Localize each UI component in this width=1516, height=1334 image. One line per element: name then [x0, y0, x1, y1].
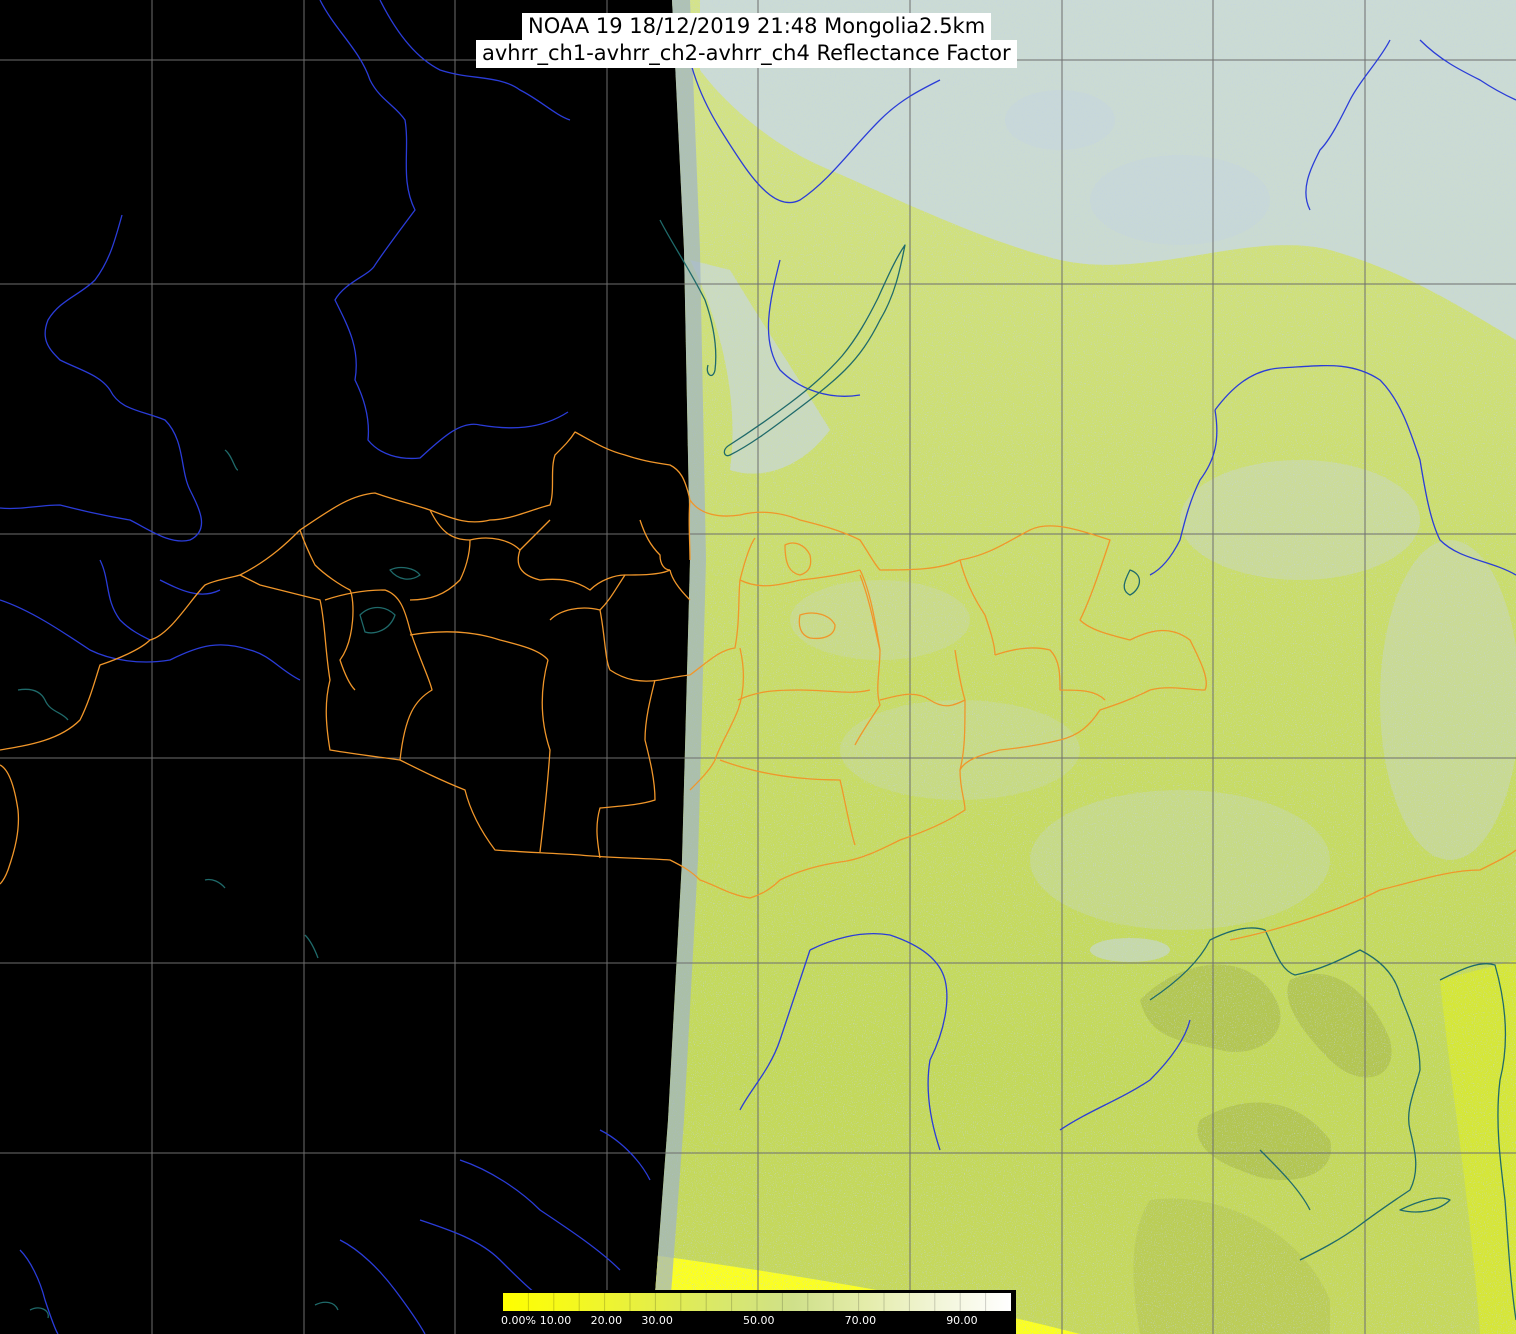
colorbar-tick-label: 70.00 [844, 1314, 877, 1327]
colorbar-tick-label: 90.00 [946, 1314, 978, 1327]
colorbar-tick-label: 50.00 [743, 1314, 775, 1327]
colorbar-tick-label: 10.00 [539, 1314, 572, 1327]
satellite-map [0, 0, 1516, 1334]
colorbar-tick-label: 20.00 [590, 1314, 623, 1327]
colorbar-strip [503, 1293, 1011, 1311]
colorbar-tick-label: 0.00% [501, 1314, 536, 1327]
map-title-line1: NOAA 19 18/12/2019 21:48 Mongolia2.5km [522, 13, 992, 41]
map-title-line2: avhrr_ch1-avhrr_ch2-avhrr_ch4 Reflectanc… [476, 40, 1017, 68]
colorbar-tick-label: 30.00 [641, 1314, 673, 1327]
colorbar-legend: 0.00% 10.00 20.00 30.00 50.00 70.00 90.00 [500, 1290, 1016, 1334]
satellite-swath [652, 0, 1516, 1334]
